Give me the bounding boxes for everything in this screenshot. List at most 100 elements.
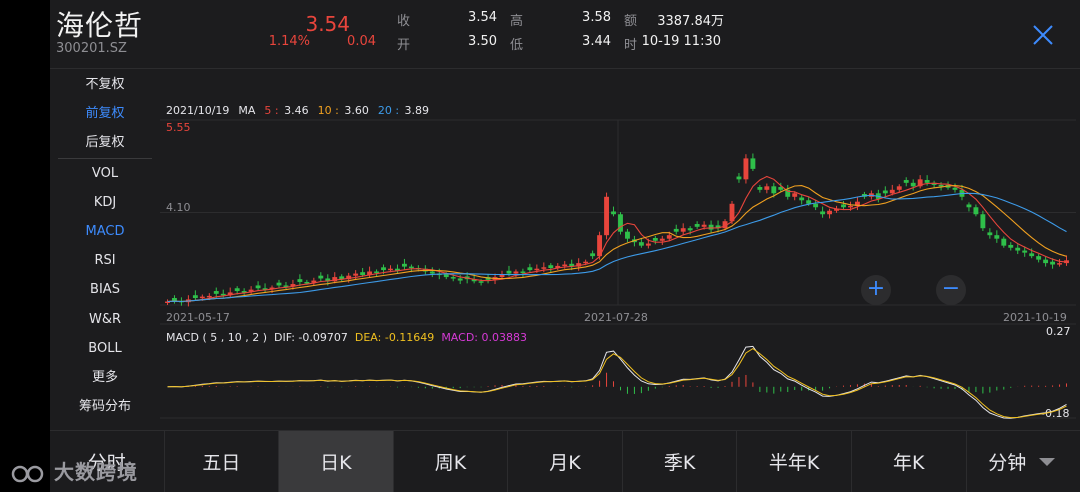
- candle-body: [799, 197, 804, 200]
- menu-bias[interactable]: BIAS: [58, 275, 152, 304]
- watermark: 大数跨境: [10, 456, 138, 485]
- candle-body: [318, 276, 323, 279]
- candle-body: [256, 285, 261, 288]
- candle-body: [590, 253, 595, 256]
- tab-minute[interactable]: 分钟: [967, 431, 1080, 492]
- candle-body: [953, 188, 958, 190]
- tab-five-day[interactable]: 五日: [165, 431, 280, 492]
- candle-body: [1008, 245, 1013, 248]
- menu-macd[interactable]: MACD: [58, 217, 152, 246]
- tab-quarterly-k[interactable]: 季K: [623, 431, 738, 492]
- macd-dea: DEA: -0.11649: [355, 331, 434, 344]
- candle-body: [479, 281, 484, 283]
- close-label: 收: [397, 10, 410, 29]
- period-tabs: 分时 五日 日K 周K 月K 季K 半年K 年K 分钟: [50, 430, 1080, 492]
- dif-line: [168, 346, 1067, 418]
- tab-halfyear-k[interactable]: 半年K: [737, 431, 852, 492]
- stock-name: 海伦哲: [56, 4, 143, 44]
- macd-info: MACD ( 5 , 10 , 2 ) DIF: -0.09707 DEA: -…: [166, 331, 527, 344]
- candle-body: [1036, 256, 1041, 259]
- candle-body: [374, 271, 379, 273]
- stock-code: 300201.SZ: [56, 41, 127, 56]
- menu-chip-distribution[interactable]: 筹码分布: [58, 392, 152, 421]
- candle-body: [297, 279, 302, 282]
- tab-weekly-k[interactable]: 周K: [394, 431, 509, 492]
- zoom-in-button[interactable]: +: [861, 275, 891, 305]
- menu-more[interactable]: 更多: [58, 363, 152, 392]
- tab-yearly-k[interactable]: 年K: [852, 431, 967, 492]
- candle-body: [750, 158, 755, 168]
- candle-body: [548, 265, 553, 268]
- amount-label: 额: [624, 10, 637, 29]
- menu-boll[interactable]: BOLL: [58, 334, 152, 363]
- candle-body: [827, 211, 832, 214]
- quote-header: 海伦哲 300201.SZ 3.54 1.14% 0.04 收 3.54 开 3…: [50, 0, 1080, 69]
- kline-chart[interactable]: [160, 100, 1076, 422]
- macd-value: MACD: 0.03883: [441, 331, 527, 344]
- menu-kdj[interactable]: KDJ: [58, 188, 152, 217]
- candle-body: [939, 185, 944, 187]
- open-value: 3.50: [440, 34, 497, 49]
- watermark-text: 大数跨境: [54, 460, 138, 484]
- candle-body: [618, 214, 623, 231]
- candle-body: [444, 274, 449, 277]
- high-value: 3.58: [550, 10, 611, 25]
- candle-body: [695, 224, 700, 227]
- candle-body: [562, 265, 567, 267]
- candle-body: [527, 267, 532, 270]
- candle-body: [353, 274, 358, 276]
- candle-body: [625, 232, 630, 239]
- menu-vol[interactable]: VOL: [58, 159, 152, 188]
- candle-body: [1050, 262, 1055, 265]
- ma10-line: [168, 186, 1067, 302]
- time-value: 10-19 11:30: [640, 34, 721, 49]
- candle-body: [883, 191, 888, 194]
- close-icon[interactable]: [1030, 22, 1056, 48]
- candle-body: [360, 272, 365, 275]
- candle-body: [848, 206, 853, 208]
- menu-forward-adjust[interactable]: 前复权: [58, 99, 152, 128]
- candle-body: [688, 228, 693, 230]
- tab-monthly-k[interactable]: 月K: [508, 431, 623, 492]
- candle-body: [200, 297, 205, 299]
- candle-body: [304, 282, 309, 284]
- candle-body: [500, 275, 505, 277]
- candle-body: [214, 291, 219, 294]
- menu-wr[interactable]: W&R: [58, 305, 152, 334]
- dea-line: [168, 349, 1067, 418]
- candle-body: [820, 211, 825, 214]
- candle-body: [507, 271, 512, 274]
- macd-params: MACD ( 5 , 10 , 2 ): [166, 331, 267, 344]
- candle-body: [381, 267, 386, 270]
- tab-daily-k[interactable]: 日K: [279, 431, 394, 492]
- candle-body: [967, 204, 972, 207]
- candle-body: [702, 225, 707, 227]
- candle-body: [409, 267, 414, 269]
- candle-body: [458, 278, 463, 280]
- candle-body: [646, 244, 651, 246]
- candle-body: [925, 180, 930, 183]
- candle-body: [994, 235, 999, 238]
- zoom-out-button[interactable]: −: [936, 275, 966, 305]
- candle-body: [402, 264, 407, 267]
- close-value: 3.54: [440, 10, 497, 25]
- menu-rsi[interactable]: RSI: [58, 246, 152, 275]
- change-percent: 1.14%: [260, 34, 310, 49]
- candle-body: [1015, 248, 1020, 251]
- chart-grid: [160, 120, 1076, 418]
- change-value: 0.04: [330, 34, 376, 49]
- menu-no-adjust[interactable]: 不复权: [58, 70, 152, 99]
- open-label: 开: [397, 34, 410, 53]
- candle-body: [604, 197, 609, 235]
- macd-dif: DIF: -0.09707: [274, 331, 348, 344]
- candle-body: [235, 288, 240, 291]
- candle-body: [813, 204, 818, 207]
- candle-body: [667, 235, 672, 238]
- candle-body: [639, 242, 644, 245]
- candle-body: [277, 283, 282, 286]
- menu-backward-adjust[interactable]: 后复权: [58, 128, 152, 158]
- indicator-menu: 不复权 前复权 后复权 VOL KDJ MACD RSI BIAS W&R BO…: [58, 70, 152, 421]
- candle-body: [1043, 260, 1048, 263]
- stock-price: 3.54: [250, 12, 350, 36]
- candle-body: [737, 177, 742, 180]
